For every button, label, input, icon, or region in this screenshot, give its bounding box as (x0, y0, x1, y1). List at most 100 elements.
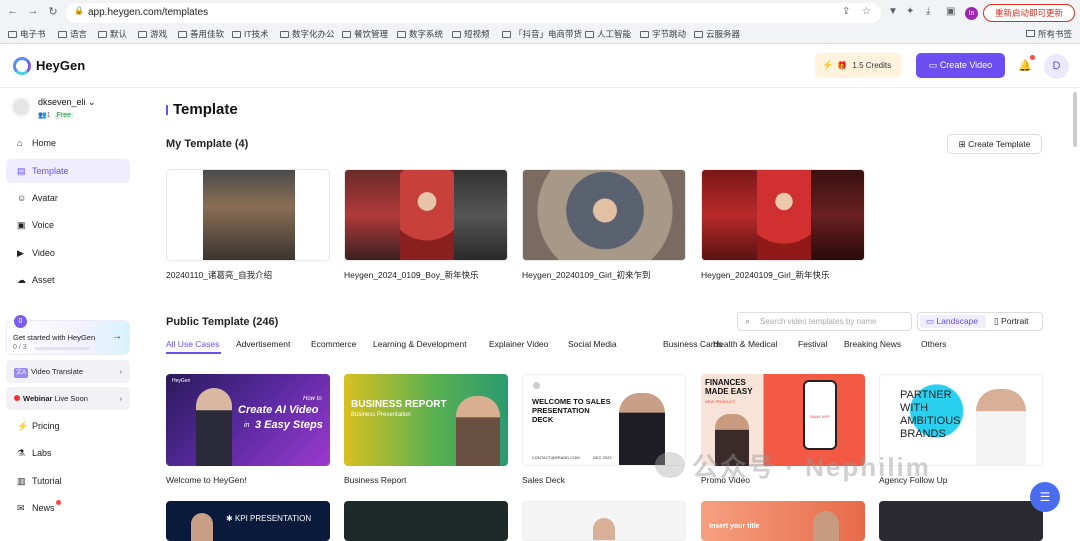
tab-learning-development[interactable]: Learning & Development (373, 339, 467, 349)
public-template-card[interactable] (344, 501, 508, 541)
avatar-icon: ☺ (17, 193, 27, 203)
card-text: NEW PRODUCT (705, 399, 736, 404)
template-thumbnail (400, 170, 454, 260)
sidebar-item-avatar[interactable]: ☺ Avatar (6, 186, 130, 210)
folder-icon (232, 31, 241, 38)
reload-icon[interactable]: ↻ (46, 5, 60, 18)
card-text: 3 Easy Steps (255, 419, 323, 431)
folder-icon (342, 31, 351, 38)
webinar-card[interactable]: Webinar Live Soon › (6, 387, 130, 410)
bookmark-item[interactable]: 电子书 (8, 28, 46, 40)
portrait-icon: ▯ (994, 316, 1002, 326)
workspace-switcher[interactable]: dkseven_eli ⌄ (38, 97, 96, 108)
translate-icon: 文A (14, 368, 29, 378)
tab-festival[interactable]: Festival (798, 339, 827, 349)
download-icon[interactable]: ⤓ (926, 6, 930, 17)
template-name: Heygen_20240109_Girl_初来乍到 (522, 270, 651, 280)
bookmark-item[interactable]: 善用佳软 (178, 28, 224, 40)
members-icon: 👥 (38, 112, 47, 119)
bell-icon[interactable]: 🔔 (1018, 59, 1032, 72)
template-search-input[interactable]: ⌕ Search video templates by name (737, 312, 912, 331)
sidebar-item-home[interactable]: ⌂ Home (6, 131, 130, 155)
tab-advertisement[interactable]: Advertisement (236, 339, 290, 349)
sidebar-item-tutorial[interactable]: ▥ Tutorial (6, 469, 130, 493)
bookmarks-bar: 电子书 语言 默认 游戏 善用佳软 IT技术 数字化办公 餐饮管理 数字系统 短… (0, 26, 1080, 42)
bookmark-item[interactable]: 短视频 (452, 28, 490, 40)
chat-icon: ☰ (1039, 490, 1051, 504)
bookmark-item[interactable]: 数字化办公 (280, 28, 335, 40)
tab-health-medical[interactable]: Health & Medical (713, 339, 777, 349)
lock-icon: 🔒 (74, 6, 84, 15)
sidepanel-icon[interactable]: ▣ (946, 6, 955, 17)
bookmark-item[interactable]: 语言 (58, 28, 87, 40)
puzzle-icon[interactable]: ✦ (906, 6, 914, 17)
bookmark-star-icon[interactable]: ☆ (862, 6, 871, 17)
bookmark-item[interactable]: 「抖音」电商带货 (502, 28, 582, 40)
chevron-down-icon: ⌄ (88, 97, 96, 107)
chevron-right-icon: › (119, 367, 123, 376)
video-translate-card[interactable]: 文A Video Translate › (6, 360, 130, 383)
extension-icon[interactable]: ▼ (888, 6, 898, 17)
browser-chrome: ← → ↻ 🔒 app.heygen.com/templates ⇪ ☆ ▼ ✦… (0, 0, 1080, 44)
chat-support-button[interactable]: ☰ (1030, 482, 1060, 512)
user-avatar[interactable]: D (1044, 54, 1069, 79)
tab-explainer-video[interactable]: Explainer Video (489, 339, 548, 349)
sidebar-item-video[interactable]: ▶ Video (6, 241, 130, 265)
forward-icon[interactable]: → (26, 5, 40, 17)
sidebar-item-template[interactable]: ▤ Template (6, 159, 130, 183)
bookmark-item[interactable]: 字节跳动 (640, 28, 686, 40)
public-template-card[interactable]: ✱ KPI PRESENTATION (166, 501, 330, 541)
get-started-card[interactable]: 0 Get started with HeyGen 0 / 3 → (6, 315, 130, 355)
tab-others[interactable]: Others (921, 339, 947, 349)
all-bookmarks[interactable]: 所有书签 (1025, 28, 1072, 40)
sidebar-item-pricing[interactable]: ⚡ Pricing (6, 414, 130, 438)
browser-profile-avatar[interactable]: In (965, 7, 978, 20)
portrait-toggle[interactable]: ▯ Portrait (994, 315, 1028, 328)
bookmark-item[interactable]: 数字系统 (397, 28, 443, 40)
flask-icon: ⚗ (17, 448, 26, 458)
bookmark-item[interactable]: 云服务器 (694, 28, 740, 40)
back-icon[interactable]: ← (6, 5, 20, 17)
bookmark-item[interactable]: IT技术 (232, 28, 269, 40)
public-template-card[interactable]: HeyGen How to Create AI Video in 3 Easy … (166, 374, 330, 466)
url-row: ← → ↻ 🔒 app.heygen.com/templates ⇪ ☆ ▼ ✦… (0, 2, 1080, 23)
public-template-card[interactable] (879, 501, 1043, 541)
my-template-card[interactable] (166, 169, 330, 261)
bookmark-item[interactable]: 人工智能 (585, 28, 631, 40)
create-video-button[interactable]: ▭ Create Video (916, 53, 1005, 78)
create-template-button[interactable]: ⊞ Create Template (947, 134, 1042, 154)
public-template-card[interactable]: BUSINESS REPORT Business Presentation (344, 374, 508, 466)
sidebar-item-labs[interactable]: ⚗ Labs (6, 441, 130, 465)
address-bar[interactable]: 🔒 app.heygen.com/templates ⇪ ☆ (66, 3, 881, 23)
presenter-figure (456, 396, 500, 466)
my-template-card[interactable] (344, 169, 508, 261)
scrollbar[interactable] (1073, 92, 1077, 147)
share-icon[interactable]: ⇪ (842, 6, 850, 17)
restart-update-button[interactable]: 重新启动即可更新 (983, 4, 1075, 22)
sidebar-item-news[interactable]: ✉ News (6, 496, 130, 520)
book-icon: ▥ (17, 476, 26, 486)
bookmark-item[interactable]: 默认 (98, 28, 127, 40)
public-template-card[interactable] (522, 501, 686, 541)
workspace-avatar[interactable] (11, 97, 31, 117)
folder-icon (8, 31, 17, 38)
app-logo-text[interactable]: HeyGen (36, 58, 85, 73)
my-template-card[interactable] (522, 169, 686, 261)
credits-badge[interactable]: ⚡ 🎁 1.5 Credits (815, 53, 901, 78)
address-url[interactable]: app.heygen.com/templates (88, 7, 208, 18)
tab-social-media[interactable]: Social Media (568, 339, 617, 349)
sidebar-item-asset[interactable]: ☁ Asset (6, 268, 130, 292)
bookmark-item[interactable]: 游戏 (138, 28, 167, 40)
tab-ecommerce[interactable]: Ecommerce (311, 339, 356, 349)
tab-breaking-news[interactable]: Breaking News (844, 339, 901, 349)
tab-all-use-cases[interactable]: All Use Cases (166, 339, 219, 349)
card-text: CONTACT@BRAND.COM (532, 455, 580, 460)
sidebar-item-voice[interactable]: ▣ Voice (6, 213, 130, 237)
home-icon: ⌂ (17, 138, 23, 148)
bookmark-item[interactable]: 餐饮管理 (342, 28, 388, 40)
folder-icon (58, 31, 67, 38)
landscape-toggle[interactable]: ▭ Landscape (920, 315, 986, 328)
my-template-card[interactable] (701, 169, 865, 261)
public-template-card[interactable]: WELCOME TO SALES PRESENTATION DECK CONTA… (522, 374, 686, 466)
public-template-card[interactable]: Insert your title (701, 501, 865, 541)
